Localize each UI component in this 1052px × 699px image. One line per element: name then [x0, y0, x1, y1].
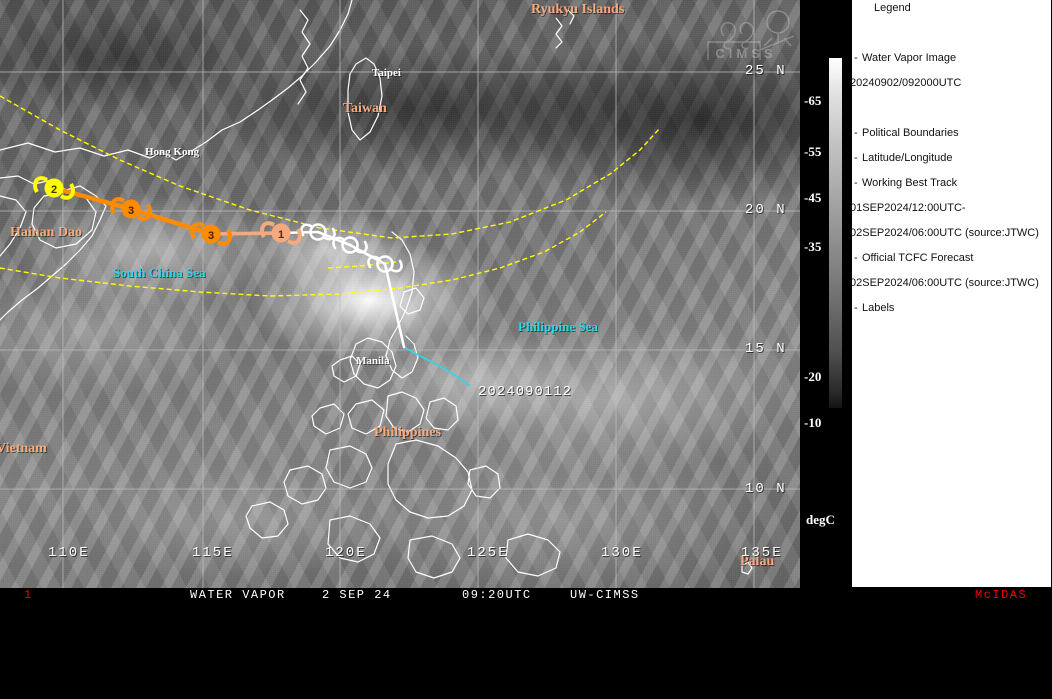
colorbar-units-label: degC [806, 512, 835, 527]
legend-panel: Legend - Water Vapor Image 20240902/092000… [850, 0, 1052, 588]
legend-bullet-dash: - [854, 52, 858, 64]
legend-row-text: 20240902/092000UTC [850, 77, 962, 89]
colorbar-gradient [829, 58, 842, 408]
colorbar-tick--35: -35 [804, 239, 822, 254]
status-frame-number: 1 [24, 588, 33, 602]
legend-bullet-dash: - [854, 152, 858, 164]
track-marker-cat3-a: 3 [110, 197, 152, 221]
colorbar-tick--65: -65 [804, 93, 822, 108]
colorbar-tick--45: -45 [804, 190, 822, 205]
legend-bullet-dash: - [854, 302, 858, 314]
legend-bullet-dash: - [854, 127, 858, 139]
working-best-track-layer: 2 3 3 1 [33, 176, 406, 349]
colorbar-tick--20: -20 [804, 369, 822, 384]
legend-row-text: 02SEP2024/06:00UTC (source:JTWC) [850, 277, 1039, 289]
colorbar-tick--10: -10 [804, 415, 822, 430]
legend-row-text: Water Vapor Image [862, 52, 957, 64]
status-bar: 1 WATER VAPOR 2 SEP 24 09:20UTC UW-CIMSS [0, 588, 800, 603]
legend-row-text: Political Boundaries [862, 127, 959, 139]
legend-row-text: Official TCFC Forecast [862, 252, 974, 264]
svg-text:3: 3 [128, 205, 134, 217]
storm-intensity-key: Low/WaveTropical DeprTropical StrmCatego… [0, 603, 1052, 699]
svg-text:1: 1 [278, 229, 284, 241]
status-time: 09:20UTC [462, 588, 532, 602]
status-bar-right: McIDAS [800, 588, 1052, 603]
legend-row-text: Labels [862, 302, 895, 314]
colorbar-tick--55: -55 [804, 144, 822, 159]
legend-row-text: Latitude/Longitude [862, 152, 953, 164]
svg-text:3: 3 [208, 230, 214, 242]
legend-row-text: Working Best Track [862, 177, 958, 189]
status-source: UW-CIMSS [570, 588, 640, 602]
satellite-image-panel[interactable]: 2 3 3 1 CIMSS Ryukyu Islands Taipei Taiw… [0, 0, 800, 588]
legend-bullet-dash: - [854, 177, 858, 189]
temperature-colorbar: -65 -55 -45 -35 -20 -10 degC [800, 0, 851, 588]
status-product-name: WATER VAPOR [190, 588, 286, 602]
track-marker-cat2: 2 [33, 176, 75, 200]
svg-text:2: 2 [51, 184, 57, 196]
legend-row-text: 01SEP2024/12:00UTC- [850, 202, 966, 214]
status-system-label: McIDAS [975, 588, 1028, 602]
legend-title: Legend [874, 2, 911, 14]
legend-row-text: 02SEP2024/06:00UTC (source:JTWC) [850, 227, 1039, 239]
status-date: 2 SEP 24 [322, 588, 392, 602]
legend-bullet-dash: - [854, 252, 858, 264]
application-window: 2 3 3 1 CIMSS Ryukyu Islands Taipei Taiw… [0, 0, 1052, 699]
